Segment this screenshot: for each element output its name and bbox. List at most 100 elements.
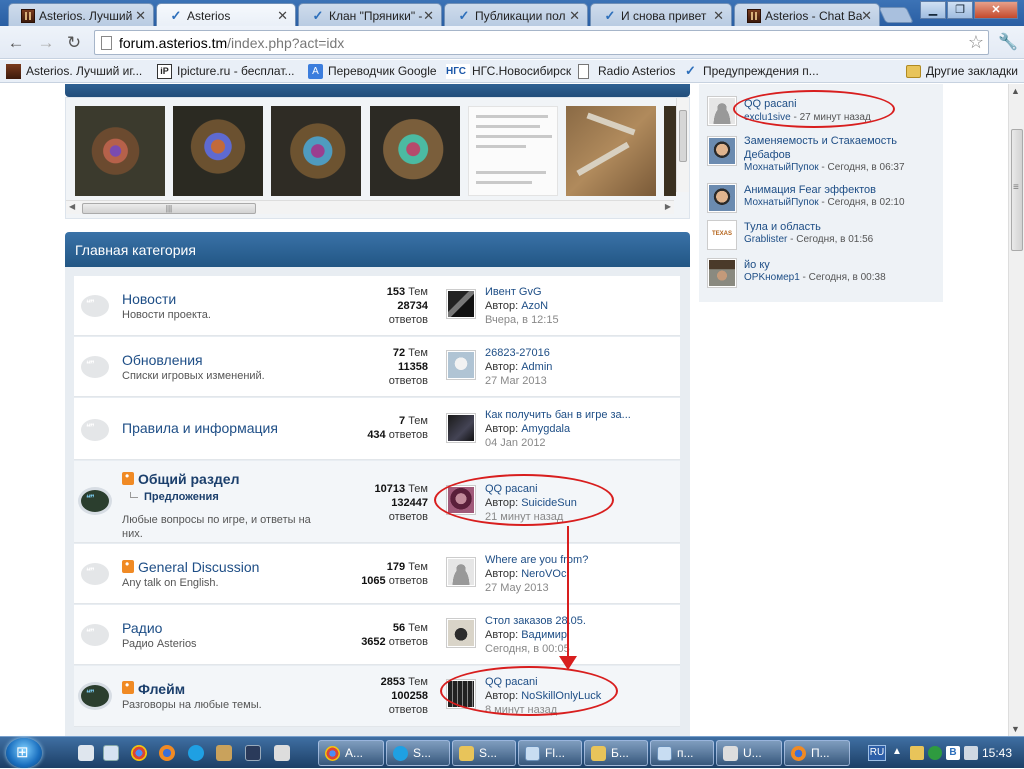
gallery-vertical-scrollbar[interactable] (676, 98, 689, 192)
avatar[interactable] (707, 136, 737, 166)
bookmark-ipicture[interactable]: iP Ipicture.ru - бесплат... (157, 64, 295, 79)
close-tab-icon[interactable]: ✕ (569, 8, 580, 24)
close-tab-icon[interactable]: ✕ (423, 8, 434, 24)
tab-publications[interactable]: ✓ Публикации пол ✕ (444, 3, 588, 26)
new-posts-marker-icon[interactable] (122, 469, 134, 485)
taskbar-skype[interactable]: S... (386, 740, 450, 766)
gallery-thumbnail[interactable] (271, 106, 361, 196)
close-tab-icon[interactable]: ✕ (277, 8, 288, 24)
language-indicator[interactable]: RU (868, 745, 886, 761)
last-post-author[interactable]: NoSkillOnlyLuck (521, 690, 601, 702)
avatar[interactable] (446, 289, 476, 319)
forward-button[interactable]: → (36, 33, 56, 53)
avatar[interactable] (446, 485, 476, 515)
forum-title[interactable]: Новости (122, 291, 176, 307)
tab-clan-pryaniki[interactable]: ✓ Клан "Пряники" - ✕ (298, 3, 442, 26)
scroll-left-icon[interactable]: ◀ (69, 202, 75, 211)
gallery-thumbnail[interactable] (173, 106, 263, 196)
recent-topic-title[interactable]: QQ pacani (744, 97, 934, 111)
tab-asterios[interactable]: ✓ Asterios ✕ (156, 3, 296, 27)
forum-title[interactable]: Общий раздел (138, 471, 240, 487)
chrome-icon[interactable] (131, 745, 147, 761)
bookmark-asterios[interactable]: Asterios. Лучший иг... (6, 64, 142, 79)
desktop-icon[interactable] (78, 745, 94, 761)
forum-title[interactable]: Правила и информация (122, 420, 278, 436)
recent-topic-title[interactable]: Анимация Fear эффектов (744, 183, 934, 197)
close-tab-icon[interactable]: ✕ (135, 8, 146, 24)
maximize-button[interactable]: ❐ (947, 1, 973, 19)
reload-button[interactable]: ↻ (64, 33, 84, 53)
monitor-icon[interactable] (245, 745, 261, 761)
game-icon[interactable] (216, 745, 232, 761)
last-post-title[interactable]: Стол заказов 28.05. (485, 614, 586, 628)
last-post-title[interactable]: Ивент GvG (485, 285, 559, 299)
subforum-link[interactable]: Предложения (130, 491, 219, 503)
taskbar-window[interactable]: п... (650, 740, 714, 766)
forum-title[interactable]: General Discussion (138, 559, 259, 575)
recent-topic-title[interactable]: Заменяемость и Стакаемость Дебафов (744, 134, 934, 162)
avatar[interactable] (707, 220, 737, 250)
last-post-title[interactable]: QQ pacani (485, 482, 577, 496)
recent-topic-title[interactable]: Тула и область (744, 220, 934, 234)
scrollbar-thumb[interactable] (1011, 129, 1023, 251)
tab-asterios-best[interactable]: Asterios. Лучший ✕ (8, 3, 154, 26)
gallery-thumbnail[interactable] (566, 106, 656, 196)
new-posts-marker-icon[interactable] (122, 557, 134, 573)
taskbar-folder-2[interactable]: Б... (584, 740, 648, 766)
close-window-button[interactable]: ✕ (974, 1, 1018, 19)
gallery-thumbnail[interactable] (468, 106, 558, 196)
scroll-right-icon[interactable]: ▶ (665, 202, 671, 211)
minimize-button[interactable]: ▁ (920, 1, 946, 19)
avatar[interactable] (707, 96, 737, 126)
category-header[interactable]: Главная категория (65, 232, 690, 267)
scroll-down-icon[interactable]: ▼ (1011, 724, 1020, 734)
avatar[interactable] (446, 413, 476, 443)
forum-title[interactable]: Флейм (138, 681, 185, 697)
bookmark-warnings[interactable]: ✓ Предупреждения п... (683, 64, 819, 79)
skype-icon[interactable] (188, 745, 204, 761)
last-post-author[interactable]: Вадимир (521, 629, 567, 641)
drive-icon[interactable] (274, 745, 290, 761)
last-post-author[interactable]: NeroVOc (521, 568, 566, 580)
tab-asterios-chat[interactable]: Asterios - Chat Ba ✕ (734, 3, 880, 26)
avatar[interactable] (446, 557, 476, 587)
scroll-up-icon[interactable]: ▲ (1011, 86, 1020, 96)
wrench-menu-icon[interactable]: 🔧 (998, 32, 1018, 52)
avatar[interactable] (707, 183, 737, 213)
forum-title[interactable]: Радио (122, 620, 162, 636)
taskbar-folder[interactable]: S... (452, 740, 516, 766)
other-bookmarks[interactable]: Другие закладки (906, 64, 1018, 78)
tray-app-icon[interactable] (928, 746, 942, 760)
last-post-author[interactable]: Amygdala (521, 423, 570, 435)
calculator-icon[interactable] (103, 745, 119, 761)
last-post-title[interactable]: QQ pacani (485, 675, 601, 689)
gallery-thumbnail[interactable] (75, 106, 165, 196)
taskbar-firefox[interactable]: П... (784, 740, 850, 766)
address-bar[interactable]: forum.asterios.tm/index.php?act=idx ☆ (94, 30, 989, 55)
taskbar-chrome[interactable]: A... (318, 740, 384, 766)
gallery-thumbnail[interactable] (370, 106, 460, 196)
gallery-horizontal-scrollbar[interactable]: ◀ ||| ▶ (66, 200, 674, 214)
avatar[interactable] (707, 258, 737, 288)
bookmark-radio-asterios[interactable]: Radio Asterios (578, 64, 675, 79)
taskbar-flash[interactable]: Fl... (518, 740, 582, 766)
back-button[interactable]: ← (6, 33, 26, 53)
vk-icon[interactable]: B (946, 746, 960, 760)
avatar[interactable] (446, 679, 476, 709)
bookmark-star-icon[interactable]: ☆ (968, 32, 984, 53)
last-post-author[interactable]: Admin (521, 361, 552, 373)
bookmark-ngs[interactable]: НГС НГС.Новосибирск (446, 64, 571, 79)
forum-title[interactable]: Обновления (122, 352, 203, 368)
tab-hello-again[interactable]: ✓ И снова привет ✕ (590, 3, 732, 26)
firefox-icon[interactable] (159, 745, 175, 761)
last-post-title[interactable]: Как получить бан в игре за... (485, 408, 631, 422)
close-tab-icon[interactable]: ✕ (713, 8, 724, 24)
last-post-author[interactable]: AzoN (521, 300, 548, 312)
taskbar-drive[interactable]: U... (716, 740, 782, 766)
last-post-title[interactable]: Where are you from? (485, 553, 588, 567)
clock[interactable]: 15:43 (982, 746, 1012, 760)
last-post-title[interactable]: 26823-27016 (485, 346, 552, 360)
new-posts-marker-icon[interactable] (122, 678, 134, 694)
bookmark-google-translate[interactable]: A Переводчик Google (308, 64, 437, 79)
volume-icon[interactable] (964, 746, 978, 760)
